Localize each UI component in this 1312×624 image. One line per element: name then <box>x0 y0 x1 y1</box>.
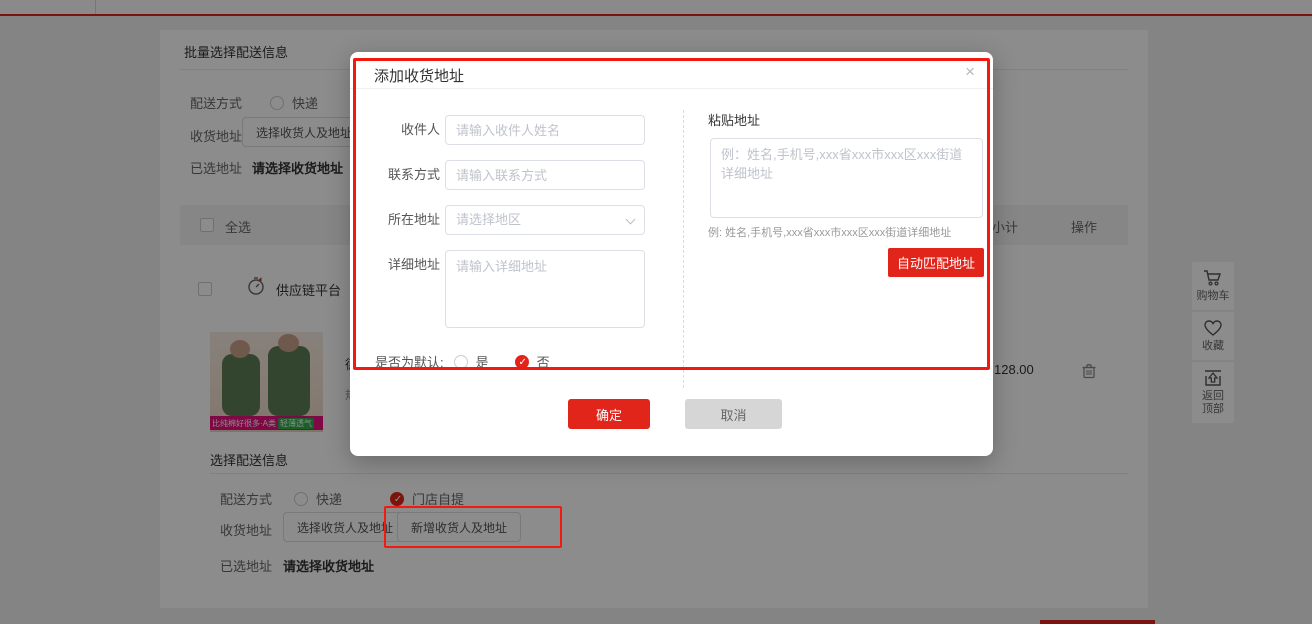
region-label: 所在地址 <box>375 205 440 235</box>
close-icon[interactable]: × <box>965 62 975 82</box>
paste-address-textarea[interactable] <box>710 138 983 218</box>
confirm-button[interactable]: 确定 <box>568 399 650 429</box>
contact-input[interactable] <box>445 160 645 190</box>
contact-label: 联系方式 <box>375 160 440 190</box>
default-address-row: 是否为默认: 是 否 <box>375 352 550 371</box>
add-address-modal: 添加收货地址 × 收件人 联系方式 所在地址 请选择地区 详细地址 是否为默认:… <box>350 52 993 456</box>
dashed-divider <box>683 110 684 388</box>
modal-title: 添加收货地址 <box>374 65 464 86</box>
default-no-radio-checked[interactable] <box>515 355 529 369</box>
cancel-button[interactable]: 取消 <box>685 399 782 429</box>
checkout-page: 批量选择配送信息 配送方式 快递 收货地址 选择收货人及地址 已选地址 请选择收… <box>0 0 1312 624</box>
paste-address-label: 粘贴地址 <box>708 110 760 129</box>
default-label: 是否为默认: <box>375 352 444 371</box>
chevron-down-icon <box>626 215 636 225</box>
receiver-label: 收件人 <box>375 115 440 145</box>
detail-address-textarea[interactable] <box>445 250 645 328</box>
receiver-input[interactable] <box>445 115 645 145</box>
detail-label: 详细地址 <box>375 250 440 280</box>
default-yes-radio[interactable] <box>454 355 468 369</box>
region-select-placeholder: 请选择地区 <box>456 212 521 227</box>
auto-match-address-button[interactable]: 自动匹配地址 <box>888 248 984 277</box>
region-select[interactable]: 请选择地区 <box>445 205 645 235</box>
paste-address-helper: 例: 姓名,手机号,xxx省xxx市xxx区xxx街道详细地址 <box>708 224 951 240</box>
divider <box>350 88 993 89</box>
default-no-label: 否 <box>537 352 550 371</box>
default-yes-label: 是 <box>476 352 489 371</box>
